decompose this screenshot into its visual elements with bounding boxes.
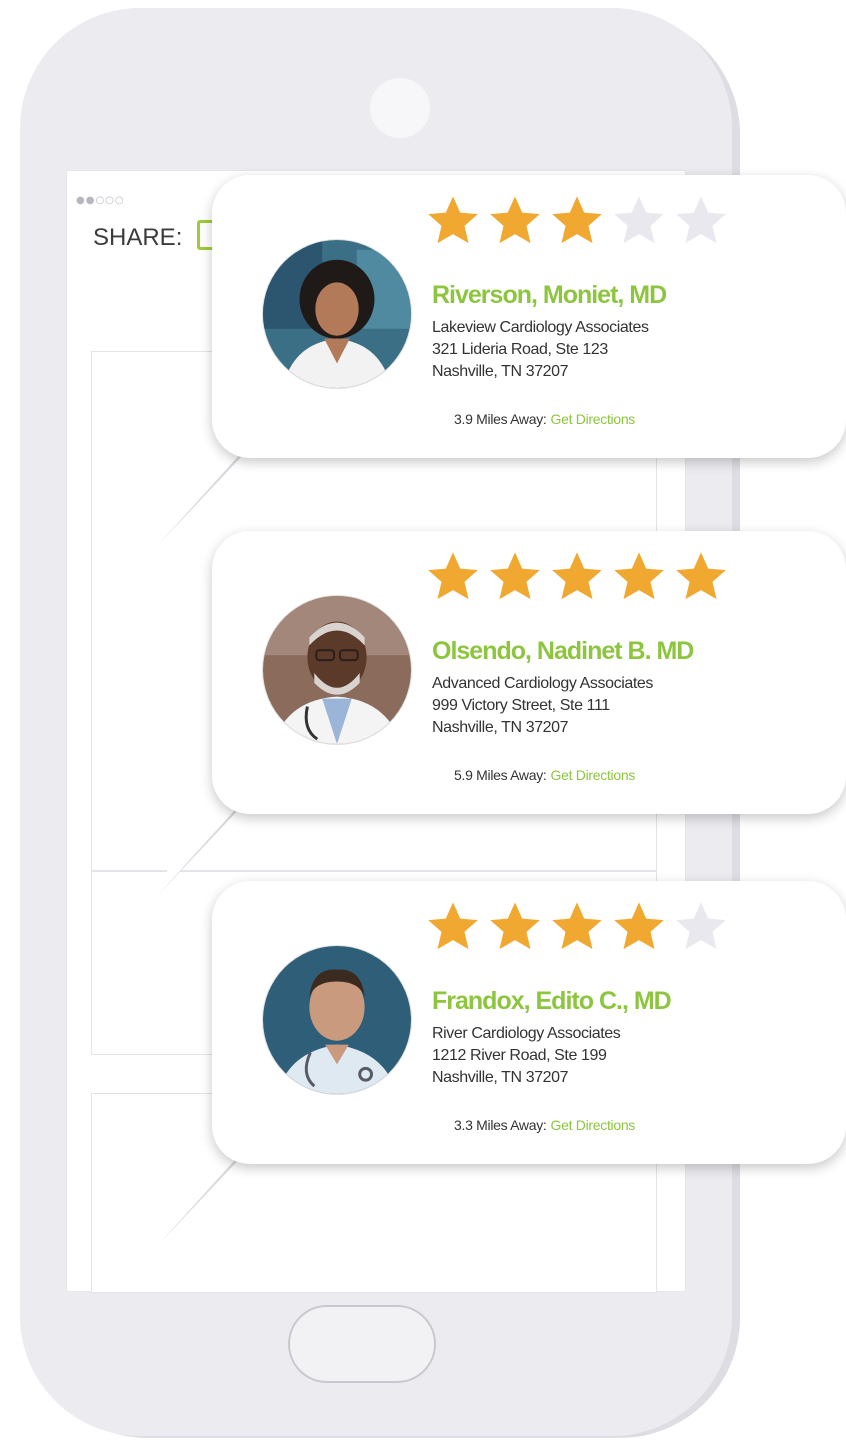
distance-text: 3.9 Miles Away: [454, 411, 547, 427]
city-state-zip: Nashville, TN 37207 [432, 719, 569, 736]
star-empty-icon [676, 196, 726, 244]
doctor-avatar [262, 945, 412, 1095]
get-directions-link[interactable]: Get Directions [551, 411, 636, 427]
star-rating [426, 549, 728, 609]
city-state-zip: Nashville, TN 37207 [432, 1069, 569, 1086]
signal-indicator: ●●○○○ [76, 195, 125, 206]
get-directions-link[interactable]: Get Directions [551, 767, 636, 783]
phone-camera [370, 78, 430, 138]
star-filled-icon [552, 902, 602, 950]
doctor-name[interactable]: Riverson, Moniet, MD [432, 281, 667, 310]
practice-name: River Cardiology Associates [432, 1025, 621, 1042]
distance-row: 3.9 Miles Away: Get Directions [454, 411, 635, 427]
star-filled-icon [552, 196, 602, 244]
practice-name: Advanced Cardiology Associates [432, 675, 654, 692]
star-filled-icon [490, 196, 540, 244]
star-filled-icon [614, 902, 664, 950]
doctor-details: Lakeview Cardiology Associates 321 Lider… [432, 317, 649, 383]
distance-row: 3.3 Miles Away: Get Directions [454, 1117, 635, 1133]
home-button[interactable] [288, 1305, 436, 1383]
star-filled-icon [614, 552, 664, 600]
star-rating [426, 899, 728, 959]
doctor-portrait-woman [263, 240, 411, 388]
city-state-zip: Nashville, TN 37207 [432, 363, 569, 380]
get-directions-link[interactable]: Get Directions [551, 1117, 636, 1133]
star-filled-icon [428, 196, 478, 244]
doctor-name[interactable]: Frandox, Edito C., MD [432, 987, 672, 1016]
doctor-avatar [262, 239, 412, 389]
star-filled-icon [428, 902, 478, 950]
doctor-card[interactable]: Riverson, Moniet, MD Lakeview Cardiology… [212, 175, 846, 458]
street-address: 999 Victory Street, Ste 111 [432, 697, 610, 714]
star-empty-icon [676, 902, 726, 950]
star-filled-icon [490, 902, 540, 950]
star-filled-icon [490, 552, 540, 600]
doctor-avatar [262, 595, 412, 745]
star-rating [426, 193, 728, 253]
doctor-card[interactable]: Olsendo, Nadinet B. MD Advanced Cardiolo… [212, 531, 846, 814]
practice-name: Lakeview Cardiology Associates [432, 319, 649, 336]
doctor-details: Advanced Cardiology Associates 999 Victo… [432, 673, 653, 739]
star-filled-icon [676, 552, 726, 600]
star-filled-icon [428, 552, 478, 600]
doctor-details: River Cardiology Associates 1212 River R… [432, 1023, 621, 1089]
doctor-portrait-older-man [263, 596, 411, 744]
doctor-portrait-man [263, 946, 411, 1094]
share-label: SHARE: [93, 224, 183, 251]
doctor-card[interactable]: Frandox, Edito C., MD River Cardiology A… [212, 881, 846, 1164]
doctor-name[interactable]: Olsendo, Nadinet B. MD [432, 637, 694, 666]
distance-text: 3.3 Miles Away: [454, 1117, 547, 1133]
street-address: 321 Lideria Road, Ste 123 [432, 341, 608, 358]
distance-row: 5.9 Miles Away: Get Directions [454, 767, 635, 783]
star-empty-icon [614, 196, 664, 244]
distance-text: 5.9 Miles Away: [454, 767, 547, 783]
star-filled-icon [552, 552, 602, 600]
street-address: 1212 River Road, Ste 199 [432, 1047, 607, 1064]
